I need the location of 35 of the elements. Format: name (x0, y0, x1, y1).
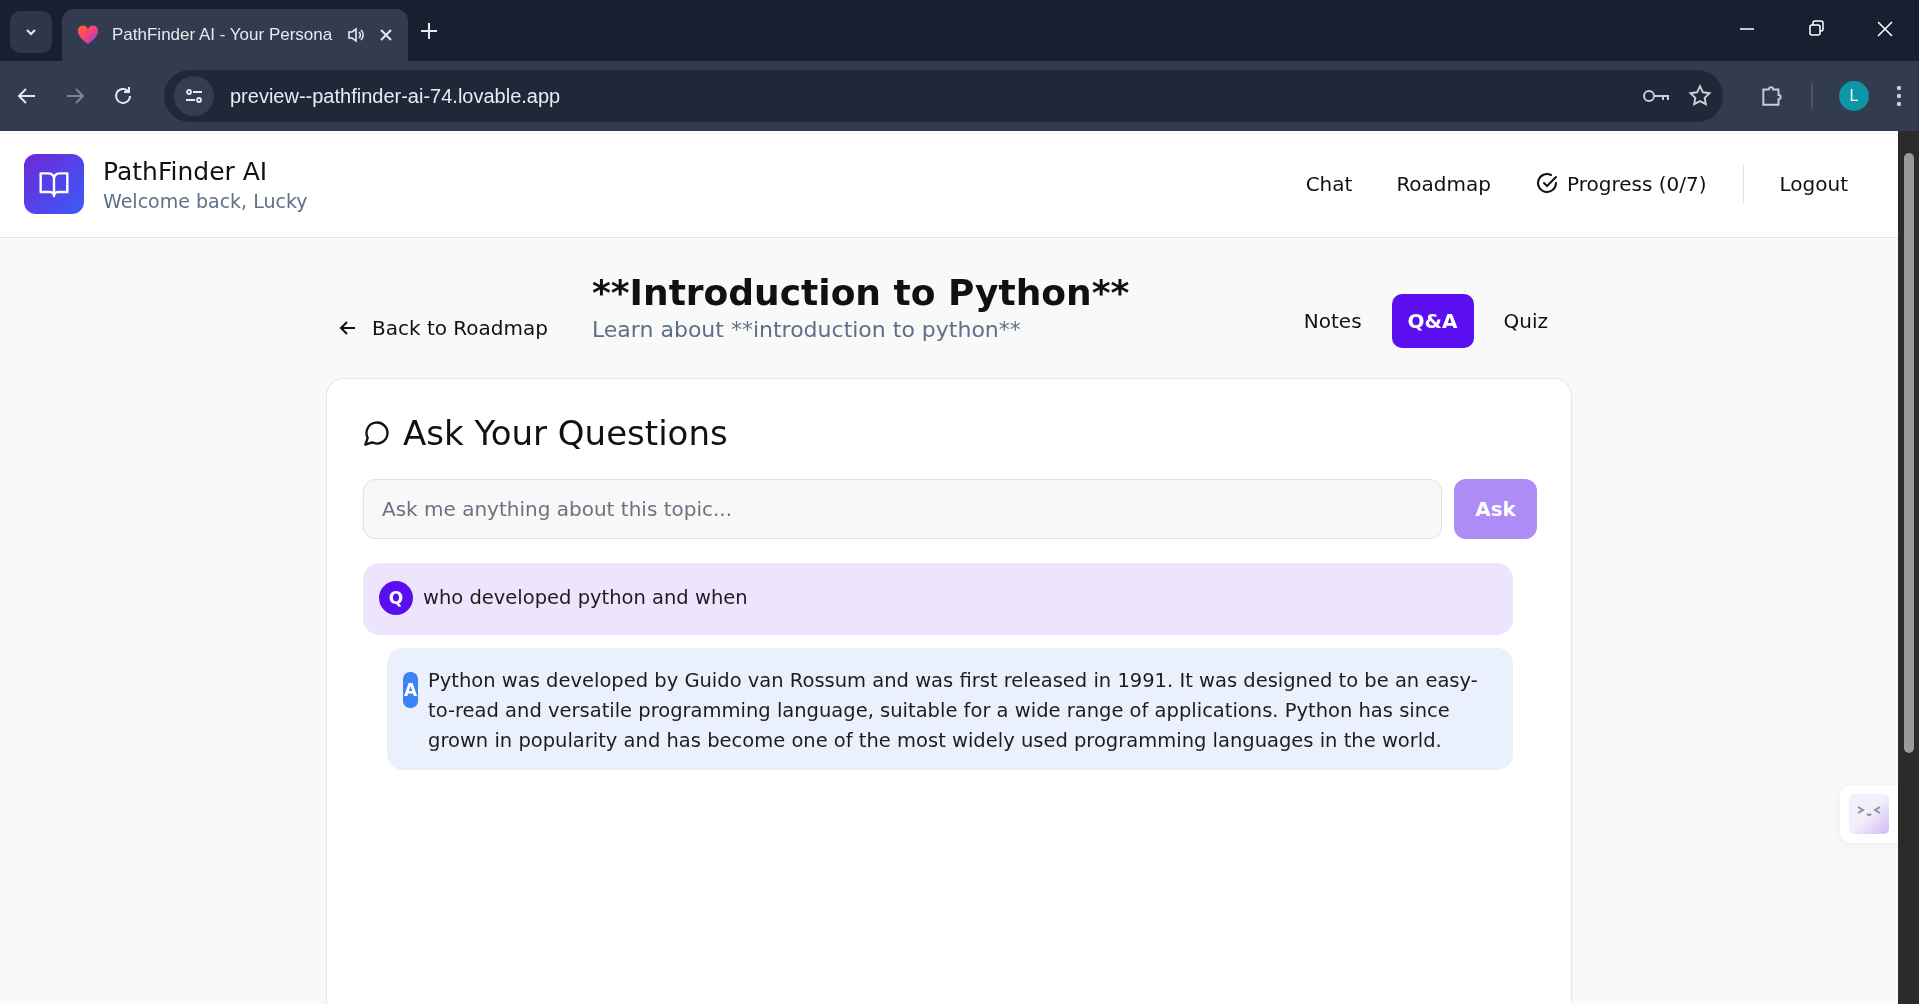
lesson-subtitle: Learn about **introduction to python** (591, 317, 1022, 342)
nav-link[interactable]: Chat (1297, 166, 1361, 202)
check-circle-icon (1535, 172, 1559, 196)
lesson-tab[interactable]: Notes (1287, 294, 1378, 348)
address-bar[interactable]: preview--pathfinder-ai-74.lovable.app (164, 70, 1723, 122)
lesson-title: **Introduction to Python** (591, 272, 1131, 313)
browser-tab[interactable]: PathFinder AI - Your Persona (62, 9, 408, 61)
question-text: who developed python and when (423, 585, 749, 611)
profile-avatar[interactable]: L (1839, 81, 1869, 111)
nav-link[interactable]: Roadmap (1388, 166, 1499, 202)
url-text: preview--pathfinder-ai-74.lovable.app (230, 84, 562, 108)
lesson-tab[interactable]: Q&A (1391, 294, 1474, 348)
tab-title: PathFinder AI - Your Persona (112, 25, 334, 45)
close-icon[interactable] (378, 27, 394, 43)
nav-link[interactable]: Progress (0/7) (1527, 166, 1715, 202)
back-link[interactable]: Back to Roadmap (334, 312, 552, 344)
heart-icon (76, 23, 100, 47)
app-name: PathFinder AI (103, 156, 269, 186)
speaker-icon[interactable] (346, 25, 366, 45)
welcome-text: Welcome back, Lucky (103, 189, 309, 212)
question-badge: Q (379, 581, 413, 615)
menu-icon[interactable] (1895, 84, 1903, 108)
answer-text: Python was developed by Guido van Rossum and was first released in 1991. It was designed to be an easy-to-read and versatile programming language, suitable for a wide range of applications. Python has since grown in popularity and has become one of the most widely used programming languages in the world. (428, 668, 1479, 754)
scrollbar[interactable] (1898, 131, 1919, 1004)
reload-icon[interactable] (112, 85, 134, 107)
site-settings-icon[interactable] (174, 76, 214, 116)
speech-bubble-icon (363, 419, 391, 447)
nav-link[interactable]: Logout (1771, 166, 1856, 202)
book-logo-icon (24, 154, 84, 214)
answer-badge: A (403, 672, 418, 708)
section-heading: Ask Your Questions (403, 413, 728, 453)
star-icon[interactable] (1687, 83, 1713, 109)
question-input[interactable]: Ask me anything about this topic... (363, 479, 1442, 539)
lesson-tab[interactable]: Quiz (1487, 294, 1564, 348)
puzzle-icon[interactable] (1759, 83, 1785, 109)
